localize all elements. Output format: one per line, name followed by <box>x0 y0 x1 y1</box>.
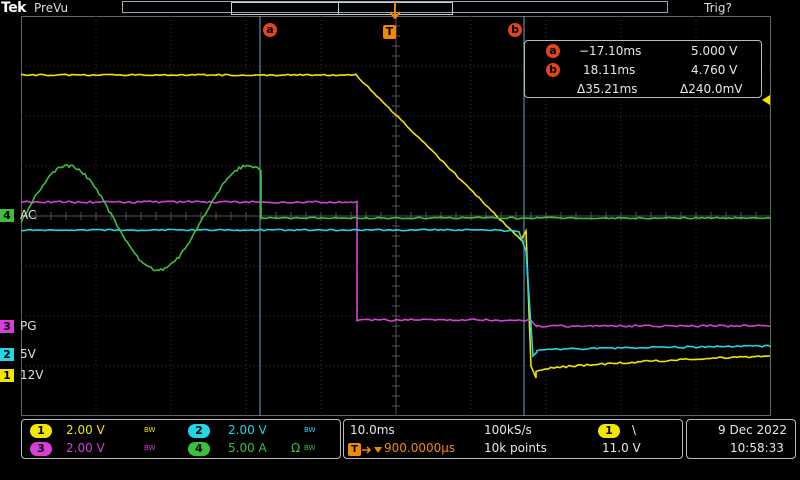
time: 10:58:33 <box>730 441 784 455</box>
cursor-delta-readout: Δ35.21ms Δ240.0mV <box>525 81 763 97</box>
ch4-badge[interactable]: 4 <box>188 442 210 456</box>
ch4-bw-limit: BW <box>304 444 315 452</box>
trigger-position-marker[interactable]: T <box>383 25 396 39</box>
delta-time: Δ35.21ms <box>577 82 638 96</box>
cursor-b-badge: b <box>546 63 560 77</box>
trigger-level[interactable]: 11.0 V <box>602 441 641 455</box>
trigger-status: Trig? <box>704 1 732 15</box>
ch3-badge[interactable]: 3 <box>30 442 52 456</box>
ch4-impedance: Ω <box>291 441 300 455</box>
record-length: 10k points <box>484 441 547 455</box>
ch2-scale[interactable]: 2.00 V <box>228 423 267 437</box>
ch2-ground-marker[interactable]: 2 <box>0 348 14 361</box>
record-view-window[interactable] <box>231 2 453 15</box>
trigger-slope-icon: \ <box>632 423 636 437</box>
trigger-arrow-icon <box>389 2 401 24</box>
cursor-b-readout: b 18.11ms 4.760 V <box>525 62 763 78</box>
tek-logo: Tek <box>1 0 26 16</box>
delta-volt: Δ240.0mV <box>680 82 742 96</box>
cursor-a-marker[interactable]: a <box>263 23 277 37</box>
ch2-label: 5V <box>20 347 36 361</box>
ch1-ground-marker[interactable]: 1 <box>0 369 14 382</box>
acquisition-mode: PreVu <box>34 1 68 15</box>
trigger-source-badge[interactable]: 1 <box>598 424 620 438</box>
ch4-label: AC <box>20 208 36 222</box>
cursor-b-marker[interactable]: b <box>508 23 522 37</box>
ch2-badge[interactable]: 2 <box>188 424 210 438</box>
ch3-scale[interactable]: 2.00 V <box>66 441 105 455</box>
ch1-label: 12V <box>20 368 43 382</box>
cursor-b-volt: 4.760 V <box>691 63 737 77</box>
datetime-panel: 9 Dec 2022 10:58:33 <box>686 419 796 459</box>
cursor-a-readout: a −17.10ms 5.000 V <box>525 43 763 59</box>
date: 9 Dec 2022 <box>718 423 787 437</box>
trigger-position[interactable]: 900.0000µs <box>384 441 455 455</box>
ch4-scale[interactable]: 5.00 A <box>228 441 267 455</box>
trigger-offset-arrow-icon <box>362 444 384 456</box>
ch1-badge[interactable]: 1 <box>30 424 52 438</box>
channel-settings-panel[interactable]: 1 2.00 V BW 2 2.00 V BW 3 2.00 V BW 4 5.… <box>21 419 341 459</box>
sample-rate: 100kS/s <box>484 423 532 437</box>
ch4-ground-marker[interactable]: 4 <box>0 209 14 222</box>
ch1-bw-limit: BW <box>144 426 155 434</box>
record-center-tick <box>338 3 339 14</box>
ch3-bw-limit: BW <box>144 444 155 452</box>
ch2-bw-limit: BW <box>304 426 315 434</box>
acquisition-panel[interactable]: 10.0ms 100kS/s T 900.0000µs 10k points 1… <box>343 419 683 459</box>
ch3-ground-marker[interactable]: 3 <box>0 320 14 333</box>
cursor-a-volt: 5.000 V <box>691 44 737 58</box>
cursor-a-badge: a <box>546 44 560 58</box>
cursor-b-time: 18.11ms <box>583 63 635 77</box>
cursor-a-time: −17.10ms <box>579 44 641 58</box>
ch3-label: PG <box>20 319 37 333</box>
cursor-readout: a −17.10ms 5.000 V b 18.11ms 4.760 V Δ35… <box>524 40 762 98</box>
ch1-scale[interactable]: 2.00 V <box>66 423 105 437</box>
trigger-position-icon: T <box>348 443 361 456</box>
timebase[interactable]: 10.0ms <box>350 423 395 437</box>
